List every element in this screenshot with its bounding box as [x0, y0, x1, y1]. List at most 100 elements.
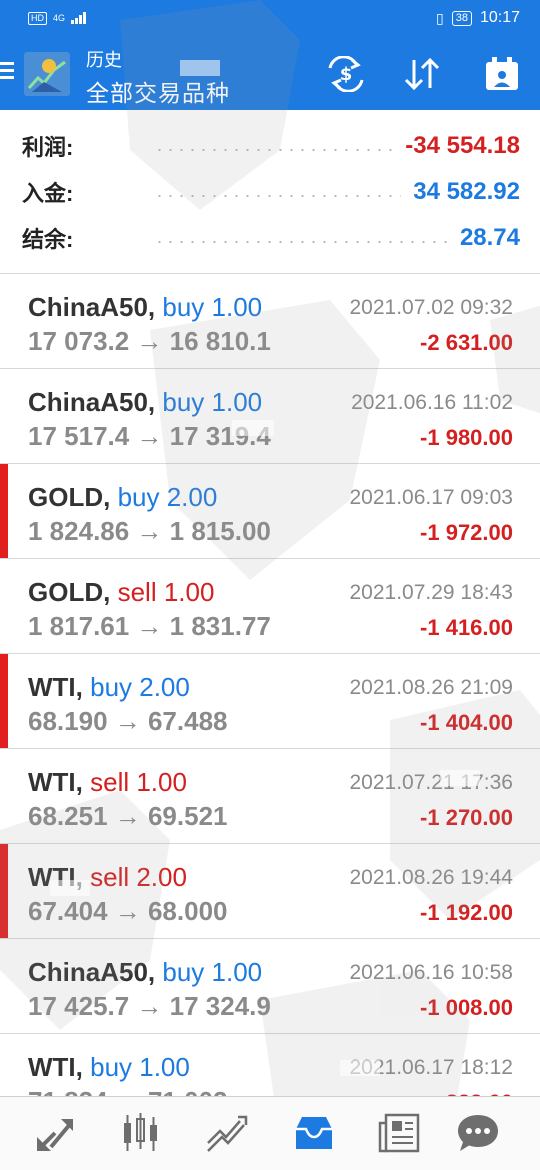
trade-title: WTI, buy 1.00 — [28, 1052, 190, 1083]
trade-prices: 17 425.7 → 17 324.9 — [28, 991, 271, 1021]
trade-row[interactable]: ChinaA50, buy 1.00 17 517.4 → 17 319.4 202… — [0, 369, 540, 464]
deposit-label: 入金: — [22, 181, 74, 206]
trade-symbol: ChinaA50, — [28, 292, 156, 322]
mt-history-screen: HD 4G ▯ 38 10:17 历史 全部交易品种 $ 利润: -34 554… — [0, 0, 540, 1170]
account-summary: 利润: -34 554.18 入金: 34 582.92 结余: 28.74 — [0, 120, 540, 274]
clock: 10:17 — [479, 9, 520, 26]
trade-side-volume: buy 2.00 — [117, 482, 218, 512]
trade-title: ChinaA50, buy 1.00 — [28, 957, 262, 988]
trade-title: GOLD, buy 2.00 — [28, 482, 217, 513]
deposit-row: 入金: 34 582.92 — [22, 170, 520, 214]
trade-symbol: WTI, — [28, 1052, 83, 1082]
vibrate-icon: ▯ — [435, 9, 444, 26]
trade-row[interactable]: WTI, buy 2.00 68.190 → 67.488 2021.08.26 2… — [0, 654, 540, 749]
trade-side-volume: buy 1.00 — [162, 957, 263, 987]
trade-time: 2021.07.29 18:43 — [349, 581, 514, 604]
trade-symbol: GOLD, — [28, 482, 111, 512]
trade-time: 2021.08.26 19:44 — [349, 866, 514, 889]
dotted-leader — [154, 148, 394, 152]
trade-title: WTI, sell 2.00 — [28, 862, 187, 893]
trade-title: WTI, sell 1.00 — [28, 767, 187, 798]
trade-title: GOLD, sell 1.00 — [28, 577, 214, 608]
balance-row: 结余: 28.74 — [22, 216, 520, 260]
trade-history-list[interactable]: ChinaA50, buy 1.00 17 073.2 → 16 810.1 202… — [0, 274, 540, 1096]
hd-badge: HD — [28, 11, 47, 25]
trade-prices: 67.404 → 68.000 — [28, 896, 228, 926]
trade-row[interactable]: ChinaA50, buy 1.00 17 073.2 → 16 810.1 202… — [0, 274, 540, 369]
trade-row[interactable]: GOLD, buy 2.00 1 824.86 → 1 815.00 2021.06… — [0, 464, 540, 559]
exchange-dollar-icon[interactable]: $ — [326, 56, 366, 92]
trade-prices: 17 517.4 → 17 319.4 — [28, 421, 271, 451]
trade-time: 2021.07.21 17:36 — [349, 771, 514, 794]
trade-prices: 68.190 → 67.488 — [28, 706, 228, 736]
trade-side-volume: sell 1.00 — [90, 767, 187, 797]
trade-side-volume: buy 1.00 — [162, 292, 263, 322]
trade-profit: -1 416.00 — [420, 615, 513, 640]
app-bar: 历史 全部交易品种 $ — [0, 36, 540, 110]
trade-time: 2021.06.16 11:02 — [351, 391, 513, 414]
signal-icon — [71, 12, 87, 24]
trade-time: 2021.07.02 09:32 — [349, 296, 514, 319]
trade-profit: -1 980.00 — [420, 425, 513, 450]
svg-text:$: $ — [340, 64, 353, 85]
trade-title: WTI, buy 2.00 — [28, 672, 190, 703]
trade-prices: 17 073.2 → 16 810.1 — [28, 326, 271, 356]
trade-row[interactable]: ChinaA50, buy 1.00 17 425.7 → 17 324.9 202… — [0, 939, 540, 1034]
trade-side-volume: buy 2.00 — [90, 672, 190, 702]
battery-icon: 38 — [451, 10, 472, 26]
trade-prices: 71.824 → 71.002 — [28, 1086, 228, 1096]
trade-symbol: WTI, — [28, 767, 83, 797]
trade-row[interactable]: WTI, buy 1.00 71.824 → 71.002 2021.06.17 1… — [0, 1034, 540, 1096]
trade-profit: -1 270.00 — [420, 805, 513, 830]
profit-row: 利润: -34 554.18 — [22, 124, 520, 168]
deposit-value: 34 582.92 — [413, 178, 520, 205]
screen-subtitle: 历史 — [86, 50, 122, 70]
trade-symbol: WTI, — [28, 672, 83, 702]
trade-side-volume: sell 2.00 — [90, 862, 187, 892]
trade-time: 2021.08.26 21:09 — [349, 676, 514, 699]
trade-prices: 68.251 → 69.521 — [28, 801, 228, 831]
trade-icon[interactable] — [204, 1111, 248, 1155]
trade-time: 2021.06.16 10:58 — [349, 961, 514, 984]
trade-time: 2021.06.17 18:12 — [349, 1056, 514, 1079]
trade-profit: -1 404.00 — [420, 710, 513, 735]
trade-row[interactable]: GOLD, sell 1.00 1 817.61 → 1 831.77 2021.0… — [0, 559, 540, 654]
calendar-icon[interactable] — [482, 56, 522, 92]
dotted-leader — [154, 194, 402, 198]
trade-profit: -1 972.00 — [420, 520, 513, 545]
status-left: HD 4G — [28, 11, 87, 25]
trade-symbol: ChinaA50, — [28, 387, 156, 417]
dotted-leader — [154, 240, 448, 244]
trade-title: ChinaA50, buy 1.00 — [28, 387, 262, 418]
status-bar: HD 4G ▯ 38 10:17 — [0, 0, 540, 36]
trade-profit: -1 008.00 — [420, 995, 513, 1020]
trade-title: ChinaA50, buy 1.00 — [28, 292, 262, 323]
trade-side-volume: buy 1.00 — [90, 1052, 190, 1082]
profit-label: 利润: — [22, 135, 74, 160]
trade-symbol: ChinaA50, — [28, 957, 156, 987]
trade-profit: -2 631.00 — [420, 330, 513, 355]
menu-icon[interactable] — [0, 62, 14, 82]
trade-row[interactable]: WTI, sell 2.00 67.404 → 68.000 2021.08.26 … — [0, 844, 540, 939]
trade-time: 2021.06.17 09:03 — [349, 486, 514, 509]
balance-label: 结余: — [22, 227, 74, 252]
bottom-navigation — [0, 1096, 540, 1170]
chart-icon[interactable] — [118, 1111, 162, 1155]
position-marker — [0, 844, 8, 938]
trade-prices: 1 817.61 → 1 831.77 — [28, 611, 271, 641]
trade-profit: -1 192.00 — [420, 900, 513, 925]
profit-value: -34 554.18 — [405, 132, 520, 159]
position-marker — [0, 654, 8, 748]
sort-icon[interactable] — [402, 56, 442, 92]
history-icon[interactable] — [292, 1111, 336, 1155]
status-right: ▯ 38 10:17 — [436, 9, 520, 27]
balance-value: 28.74 — [459, 224, 520, 251]
app-logo-icon[interactable] — [24, 52, 70, 96]
trade-side-volume: buy 1.00 — [162, 387, 263, 417]
news-icon[interactable] — [378, 1111, 422, 1155]
trade-symbol: GOLD, — [28, 577, 111, 607]
trade-row[interactable]: WTI, sell 1.00 68.251 → 69.521 2021.07.21 … — [0, 749, 540, 844]
quotes-icon[interactable] — [33, 1111, 77, 1155]
chat-icon[interactable] — [456, 1111, 500, 1155]
screen-title[interactable]: 全部交易品种 — [86, 74, 230, 108]
